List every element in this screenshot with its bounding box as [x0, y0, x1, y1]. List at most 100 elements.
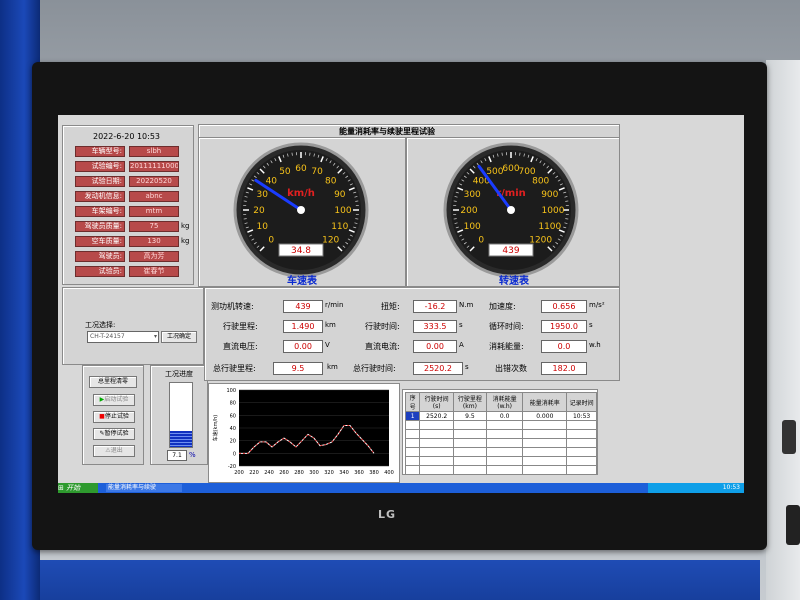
rpm-gauge-title: 转速表 [499, 276, 529, 287]
log-table-panel: 序号 行驶时间(s) 行驶里程(km) 消耗能量(w.h) 能量消耗率 记录时间 1 2520… [402, 389, 598, 475]
log-table-cell: 1 [404, 411, 421, 421]
speed-gauge-unit: km/h [287, 188, 315, 199]
log-table-empty-cell [419, 420, 454, 430]
log-table-empty-cell [404, 447, 421, 457]
errors-label: 出错次数 [495, 364, 527, 373]
cycle-time-label: 循环时间: [489, 322, 524, 331]
readouts-panel: 测功机转速: 439 r/min 扭矩: -16.2 N.m 加速度: 0.65… [204, 287, 620, 381]
log-table-empty-cell [404, 465, 421, 475]
speed-gauge-tick-label: 110 [331, 222, 348, 232]
log-table-empty-cell [419, 429, 454, 439]
vehicle-info-label: 车辆型号: [75, 146, 125, 157]
speed-gauge-tick-label: 100 [334, 206, 351, 216]
pause-test-button[interactable]: ✎暂停试验 [93, 428, 135, 440]
log-table-header-cell: 行驶时间(s) [419, 392, 454, 412]
speed-chart-panel: -20 0 20 40 60 80 100 200 220 240 260 280 300 320 340 3… [208, 383, 400, 483]
screen: 2022-6-20 10:53 车辆型号: slbh 试验编号: 2011111100… [58, 115, 744, 493]
log-table-row[interactable]: 1 2520.2 9.5 0.0 0.000 10:53 [404, 411, 597, 421]
progress-bar [169, 382, 193, 448]
rpm-gauge-tick-label: 300 [464, 190, 481, 200]
chart-x-tick-label: 300 [309, 470, 319, 476]
condition-label: 工况选择: [85, 321, 116, 329]
vehicle-info-unit: kg [181, 222, 190, 230]
log-table-empty-cell [453, 465, 487, 475]
rpm-gauge-panel: 0 100 200 300 400 500 600 700 800 900 1000 1100 1200… [406, 137, 620, 287]
log-table-empty-cell [485, 429, 524, 439]
windows-icon: ⊞ [58, 484, 64, 492]
taskbar: ⊞ 开始 能量消耗率与续驶 10:53 [58, 483, 744, 493]
chart-y-axis-label: 车速(km/h) [212, 415, 219, 442]
vehicle-info-label: 发动机信息: [75, 191, 125, 202]
vehicle-info-label: 空车质量: [75, 236, 125, 247]
distance-unit: km [325, 321, 336, 329]
log-table-empty-row [404, 456, 597, 466]
total-time-value: 2520.2 [413, 362, 463, 375]
log-table-header-cell: 行驶里程(km) [453, 392, 487, 412]
vehicle-info-label: 试验员: [75, 266, 125, 277]
speed-gauge-tick-label: 10 [256, 222, 268, 232]
log-table-empty-cell [404, 420, 421, 430]
chart-y-tick-label: 60 [230, 413, 236, 419]
cycle-time-unit: s [589, 321, 593, 329]
cabinet-latch [786, 505, 800, 545]
time-unit: s [459, 321, 463, 329]
cabinet-bottom [40, 560, 760, 600]
energy-label: 消耗能量: [489, 342, 524, 351]
progress-unit: % [189, 451, 196, 459]
system-tray: 10:53 [648, 483, 744, 493]
chart-x-tick-label: 200 [234, 470, 244, 476]
dyn-speed-unit: r/min [325, 301, 344, 309]
progress-label: 工况进度 [165, 370, 193, 378]
rpm-gauge-tick-label: 600 [502, 164, 519, 174]
time-value: 333.5 [413, 320, 457, 333]
tray-clock: 10:53 [722, 484, 740, 491]
progress-fill [170, 431, 192, 447]
errors-value: 182.0 [541, 362, 587, 375]
stop-test-button[interactable]: ■停止试验 [93, 411, 135, 423]
log-table-empty-cell [566, 438, 597, 448]
rpm-gauge-tick-label: 0 [478, 236, 484, 246]
control-panel: 总里程清零 ▶启动试验 ■停止试验 ✎暂停试验 ⚠退出 [82, 365, 144, 465]
chart-y-tick-label: 40 [230, 426, 236, 432]
total-time-unit: s [465, 363, 469, 371]
speed-gauge-tick-label: 120 [322, 236, 339, 246]
log-table-empty-cell [485, 447, 524, 457]
brand-logo: LG [378, 508, 397, 521]
chart-x-tick-label: 400 [384, 470, 394, 476]
rpm-gauge-tick-label: 1100 [538, 222, 561, 232]
vehicle-info-value: slbh [129, 146, 179, 157]
rpm-gauge-tick-label: 100 [464, 222, 481, 232]
total-distance-value: 9.5 [273, 362, 323, 375]
condition-confirm-button[interactable]: 工况确定 [161, 331, 197, 343]
dc-current-label: 直流电流: [365, 342, 400, 351]
log-table-empty-cell [522, 465, 568, 475]
log-table-empty-cell [522, 456, 568, 466]
start-button[interactable]: ⊞ 开始 [58, 483, 98, 493]
log-table-empty-cell [453, 456, 487, 466]
vehicle-info-label: 试验日期: [75, 176, 125, 187]
log-table-header-cell: 消耗能量(w.h) [485, 392, 524, 412]
accel-label: 加速度: [489, 302, 516, 311]
distance-label: 行驶里程: [223, 322, 258, 331]
title-bar: 能量消耗率与续驶里程试验 [198, 124, 620, 138]
dc-voltage-unit: V [325, 341, 330, 349]
dc-voltage-value: 0.00 [283, 340, 323, 353]
exit-label: 退出 [110, 447, 123, 454]
exit-button[interactable]: ⚠退出 [93, 445, 135, 457]
log-table-header-cell: 记录时间 [566, 392, 597, 412]
log-table-empty-cell [522, 447, 568, 457]
log-table-empty-cell [522, 438, 568, 448]
rpm-gauge-tick-label: 1000 [542, 206, 565, 216]
chart-y-tick-label: 20 [230, 439, 236, 445]
log-table-empty-row [404, 420, 597, 430]
taskbar-task[interactable]: 能量消耗率与续驶 [106, 484, 182, 492]
log-table-empty-cell [419, 438, 454, 448]
log-table-empty-cell [419, 465, 454, 475]
start-test-button[interactable]: ▶启动试验 [93, 394, 135, 406]
log-table-cell: 2520.2 [419, 411, 454, 421]
vehicle-info-value: 75 [129, 221, 179, 232]
reset-mileage-button[interactable]: 总里程清零 [89, 376, 137, 388]
condition-select[interactable]: CH-T-24157 ▾ [87, 331, 159, 343]
log-table-empty-cell [485, 465, 524, 475]
chart-x-tick-label: 260 [279, 470, 289, 476]
